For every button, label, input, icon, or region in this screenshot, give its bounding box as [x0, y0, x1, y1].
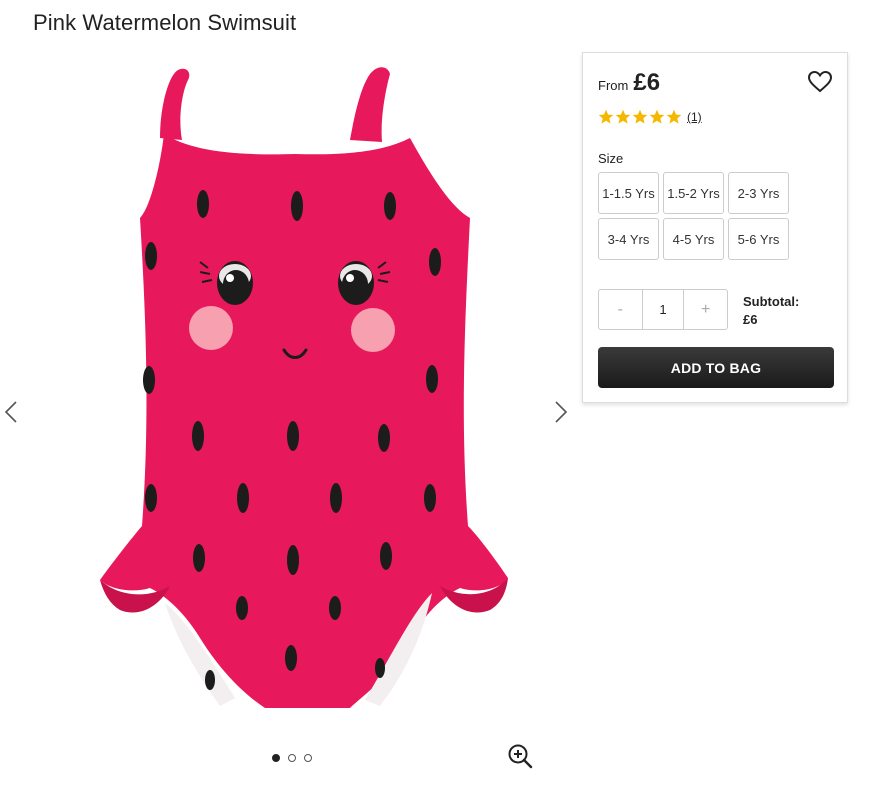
- purchase-panel: From £6 (1) Size 1-1.5 Yrs 1.5-2 Yrs 2-3…: [582, 52, 848, 403]
- carousel-dots: [272, 754, 312, 762]
- subtotal-label: Subtotal:: [743, 294, 800, 309]
- size-option-4-5-yrs[interactable]: 4-5 Yrs: [663, 218, 724, 260]
- swimsuit-body: [100, 134, 508, 708]
- product-gallery: [0, 50, 570, 750]
- star-icon: [632, 109, 648, 124]
- review-count-link[interactable]: (1): [687, 110, 702, 124]
- size-label: Size: [598, 151, 624, 166]
- subtotal: Subtotal: £6: [743, 293, 799, 329]
- star-icon: [615, 109, 631, 124]
- subtotal-value: £6: [743, 312, 758, 327]
- carousel-dot-1[interactable]: [272, 754, 280, 762]
- quantity-stepper: - 1 +: [598, 289, 728, 330]
- product-title: Pink Watermelon Swimsuit: [33, 10, 297, 35]
- size-option-1-1.5-yrs[interactable]: 1-1.5 Yrs: [598, 172, 659, 214]
- size-option-3-4-yrs[interactable]: 3-4 Yrs: [598, 218, 659, 260]
- from-label: From: [598, 78, 629, 93]
- right-strap: [350, 67, 390, 142]
- price-row: From £6: [598, 69, 660, 97]
- carousel-dot-3[interactable]: [304, 754, 312, 762]
- size-option-1.5-2-yrs[interactable]: 1.5-2 Yrs: [663, 172, 724, 214]
- product-image[interactable]: [60, 58, 530, 728]
- size-options: 1-1.5 Yrs 1.5-2 Yrs 2-3 Yrs 3-4 Yrs 4-5 …: [598, 172, 789, 260]
- quantity-input[interactable]: 1: [641, 290, 685, 329]
- price: £6: [633, 69, 661, 96]
- chevron-left-icon[interactable]: [0, 400, 24, 424]
- star-rating: [598, 109, 682, 125]
- rating: (1): [598, 109, 702, 125]
- quantity-decrease-button[interactable]: -: [599, 290, 642, 329]
- left-strap: [160, 68, 190, 140]
- zoom-in-icon[interactable]: [507, 743, 533, 769]
- size-option-2-3-yrs[interactable]: 2-3 Yrs: [728, 172, 789, 214]
- star-icon: [649, 109, 665, 124]
- heart-icon[interactable]: [807, 69, 833, 95]
- size-option-5-6-yrs[interactable]: 5-6 Yrs: [728, 218, 789, 260]
- star-icon: [598, 109, 614, 124]
- carousel-dot-2[interactable]: [288, 754, 296, 762]
- star-icon: [666, 109, 682, 124]
- chevron-right-icon[interactable]: [548, 400, 572, 424]
- add-to-bag-button[interactable]: ADD TO BAG: [598, 347, 834, 388]
- quantity-increase-button[interactable]: +: [684, 290, 727, 329]
